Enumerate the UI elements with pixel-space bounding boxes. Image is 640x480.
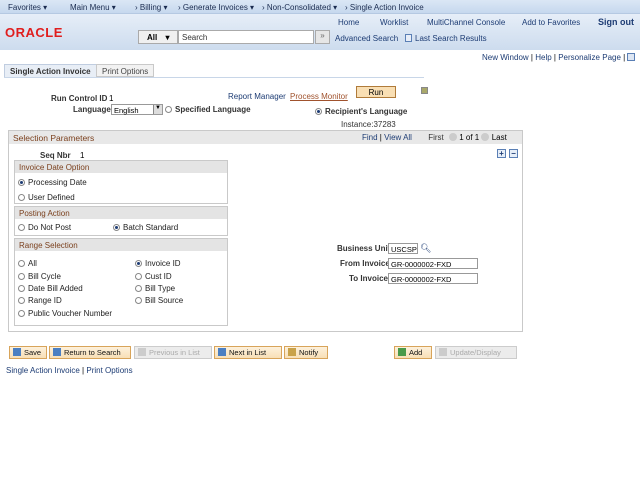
- home-link[interactable]: Home: [338, 18, 359, 27]
- language-label: Language: [73, 105, 111, 114]
- range-selection-title: Range Selection: [15, 239, 227, 251]
- range-invoice-id-radio[interactable]: Invoice ID: [135, 259, 181, 268]
- add-row-icon[interactable]: +: [497, 149, 506, 158]
- personalize-page-link[interactable]: Personalize Page: [558, 53, 621, 62]
- top-nav-bar: Favorites ▾ Main Menu ▾ › Billing ▾ › Ge…: [0, 0, 640, 14]
- worklist-link[interactable]: Worklist: [380, 18, 408, 27]
- range-cust-id-radio[interactable]: Cust ID: [135, 272, 172, 281]
- language-value: English: [114, 106, 139, 115]
- update-display-button[interactable]: Update/Display: [435, 346, 517, 359]
- language-select[interactable]: English ▼: [111, 104, 163, 115]
- search-input[interactable]: Search: [178, 30, 314, 44]
- first-link[interactable]: First: [428, 133, 444, 142]
- range-public-voucher-radio[interactable]: Public Voucher Number: [18, 309, 112, 318]
- report-manager-link[interactable]: Report Manager: [228, 92, 286, 101]
- run-status-icon: [421, 87, 428, 94]
- main-menu[interactable]: Main Menu ▾: [70, 3, 116, 12]
- seq-nbr-label: Seq Nbr: [40, 151, 71, 160]
- selection-parameters-title: Selection Parameters: [13, 133, 95, 143]
- pager-text: 1 of 1: [459, 133, 480, 142]
- recipients-language-label: Recipient's Language: [325, 107, 408, 116]
- recipients-language-radio[interactable]: Recipient's Language: [315, 107, 407, 116]
- new-window-link[interactable]: New Window: [482, 53, 529, 62]
- range-bill-cycle-radio[interactable]: Bill Cycle: [18, 272, 61, 281]
- multichannel-console-link[interactable]: MultiChannel Console: [427, 18, 505, 27]
- notify-button[interactable]: Notify: [284, 346, 328, 359]
- search-go-icon[interactable]: »: [315, 30, 330, 44]
- batch-standard-radio[interactable]: Batch Standard: [113, 223, 178, 232]
- search-scope-value: All: [147, 33, 158, 42]
- processing-date-radio[interactable]: Processing Date: [18, 178, 87, 187]
- tab-print-options[interactable]: Print Options: [96, 64, 155, 77]
- update-icon: [439, 348, 447, 356]
- from-invoice-label: From Invoice: [340, 259, 390, 268]
- footer-single-action-invoice-link[interactable]: Single Action Invoice: [6, 366, 80, 375]
- instance-text: Instance:37283: [341, 120, 396, 129]
- return-icon: [53, 348, 61, 356]
- from-invoice-input[interactable]: GR-0000002-FXD: [388, 258, 478, 269]
- delete-row-icon[interactable]: −: [509, 149, 518, 158]
- posting-action-title: Posting Action: [15, 207, 227, 219]
- grid-navigation: Find | View All First 1 of 1 Last: [362, 133, 507, 142]
- breadcrumb-generate-invoices[interactable]: › Generate Invoices ▾: [178, 3, 254, 12]
- add-icon: [398, 348, 406, 356]
- last-search-results-icon: [405, 34, 412, 42]
- range-date-bill-added-radio[interactable]: Date Bill Added: [18, 284, 83, 293]
- range-bill-type-radio[interactable]: Bill Type: [135, 284, 175, 293]
- to-invoice-label: To Invoice: [349, 274, 388, 283]
- next-arrow-icon[interactable]: [481, 133, 490, 141]
- advanced-search-link[interactable]: Advanced Search: [335, 34, 398, 43]
- save-icon: [13, 348, 21, 356]
- help-link[interactable]: Help: [535, 53, 551, 62]
- notify-icon: [288, 348, 296, 356]
- range-range-id-radio[interactable]: Range ID: [18, 296, 62, 305]
- previous-in-list-button[interactable]: Previous in List: [134, 346, 212, 359]
- search-scope-select[interactable]: All ▾: [138, 30, 178, 44]
- favorites-menu[interactable]: Favorites ▾: [8, 3, 47, 12]
- add-button[interactable]: Add: [394, 346, 432, 359]
- next-icon: [218, 348, 226, 356]
- add-to-favorites-link[interactable]: Add to Favorites: [522, 18, 580, 27]
- view-all-link[interactable]: View All: [384, 133, 412, 142]
- range-bill-source-radio[interactable]: Bill Source: [135, 296, 183, 305]
- lookup-icon[interactable]: 🔍︎: [420, 243, 431, 254]
- sign-out-link[interactable]: Sign out: [598, 17, 634, 27]
- footer-links: Single Action Invoice | Print Options: [6, 366, 133, 375]
- business-unit-label: Business Unit: [337, 244, 391, 253]
- tab-single-action-invoice[interactable]: Single Action Invoice: [4, 64, 97, 77]
- do-not-post-radio[interactable]: Do Not Post: [18, 223, 71, 232]
- invoice-date-option-title: Invoice Date Option: [15, 161, 227, 173]
- user-defined-radio[interactable]: User Defined: [18, 193, 75, 202]
- previous-arrow-icon[interactable]: [449, 133, 457, 141]
- oracle-logo: ORACLE: [5, 25, 63, 40]
- to-invoice-input[interactable]: GR-0000002-FXD: [388, 273, 478, 284]
- find-link[interactable]: Find: [362, 133, 378, 142]
- breadcrumb-billing[interactable]: › Billing ▾: [135, 3, 167, 12]
- breadcrumb-single-action-invoice: › Single Action Invoice: [345, 3, 424, 12]
- last-link[interactable]: Last: [492, 133, 507, 142]
- next-in-list-button[interactable]: Next in List: [214, 346, 282, 359]
- previous-icon: [138, 348, 146, 356]
- specified-language-label: Specified Language: [175, 105, 251, 114]
- utility-links: New Window | Help | Personalize Page |: [482, 53, 636, 62]
- footer-print-options-link[interactable]: Print Options: [86, 366, 132, 375]
- return-to-search-button[interactable]: Return to Search: [49, 346, 131, 359]
- tab-divider: [4, 77, 424, 78]
- breadcrumb-non-consolidated[interactable]: › Non-Consolidated ▾: [262, 3, 337, 12]
- last-search-results-link[interactable]: Last Search Results: [415, 34, 487, 43]
- run-button[interactable]: Run: [356, 86, 396, 98]
- run-control-value: 1: [109, 94, 114, 103]
- save-button[interactable]: Save: [9, 346, 47, 359]
- run-control-label: Run Control ID: [51, 94, 108, 103]
- page-grid-icon[interactable]: [627, 53, 636, 61]
- process-monitor-link[interactable]: Process Monitor: [290, 92, 348, 101]
- specified-language-radio[interactable]: Specified Language: [165, 105, 251, 114]
- seq-nbr-value: 1: [80, 151, 85, 160]
- business-unit-input[interactable]: USCSP: [388, 243, 418, 254]
- range-all-radio[interactable]: All: [18, 259, 37, 268]
